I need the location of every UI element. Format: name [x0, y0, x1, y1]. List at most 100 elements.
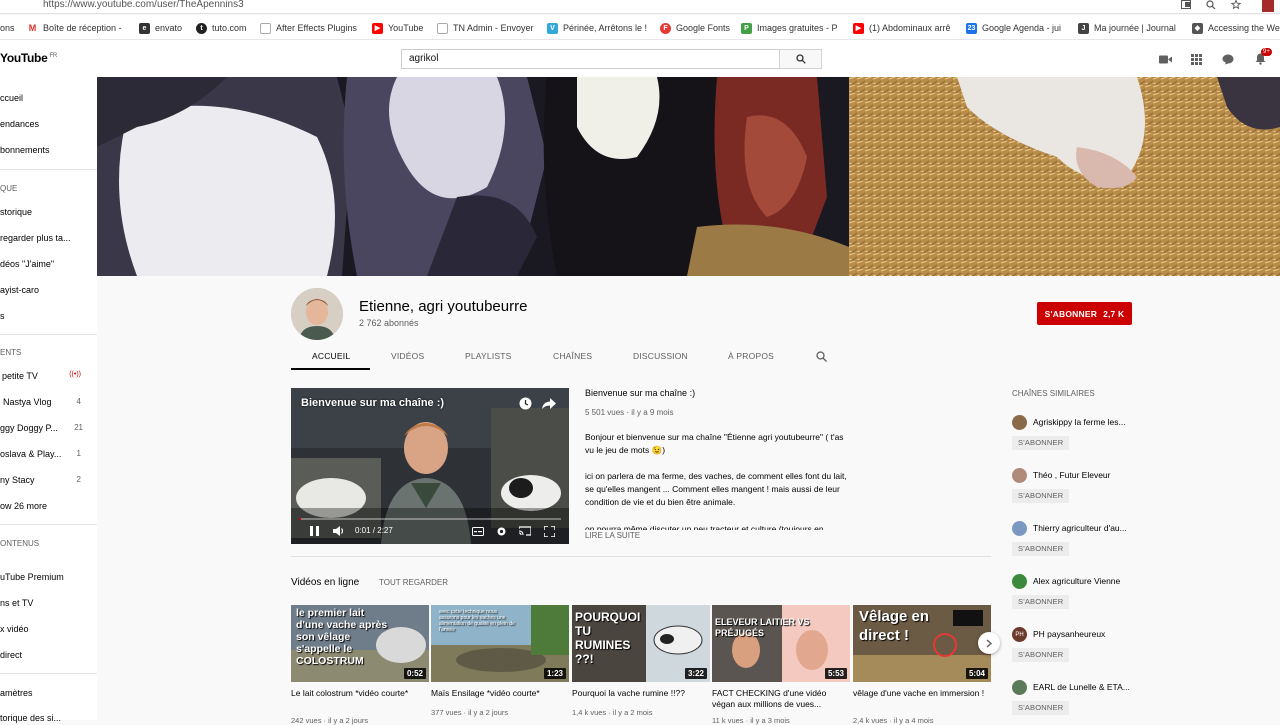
bookmark-apps[interactable]: ons: [0, 21, 15, 35]
video-title[interactable]: Maïs Ensilage *vidéo courte*: [431, 688, 569, 699]
featured-video-title[interactable]: Bienvenue sur ma chaîne :): [585, 388, 695, 398]
related-subscribe-button[interactable]: S'ABONNER: [1012, 489, 1070, 503]
video-thumbnail[interactable]: avec cette technique nous assurons pour …: [431, 605, 569, 682]
sidebar-show-more[interactable]: ow 26 more: [0, 501, 47, 511]
related-channel-name[interactable]: Alex agriculture Vienne: [1033, 576, 1120, 586]
sidebar-sub-item[interactable]: oslava & Play...: [0, 449, 61, 459]
bookmark-ae-plugins[interactable]: After Effects Plugins: [260, 21, 357, 35]
video-title[interactable]: vêlage d'une vache en immersion !: [853, 688, 991, 699]
play-all-button[interactable]: TOUT REGARDER: [379, 578, 448, 587]
tab-discussion[interactable]: DISCUSSION: [633, 351, 688, 361]
sidebar-item-subscriptions[interactable]: bonnements: [0, 145, 50, 155]
channel-avatar[interactable]: [1012, 415, 1027, 430]
video-thumbnail[interactable]: POURQUOI TU RUMINES ??! 3:22: [572, 605, 710, 682]
cast-icon[interactable]: [519, 525, 531, 537]
related-subscribe-button[interactable]: S'ABONNER: [1012, 436, 1070, 450]
bookmark-star-icon[interactable]: [1230, 0, 1242, 11]
video-title[interactable]: FACT CHECKING d'une vidéo végan aux mill…: [712, 688, 850, 710]
video-thumbnail[interactable]: le premier lait d'une vache après son vê…: [291, 605, 429, 682]
sidebar-item-watch-later[interactable]: regarder plus ta...: [0, 233, 71, 243]
related-subscribe-button[interactable]: S'ABONNER: [1012, 595, 1070, 609]
read-more-link[interactable]: LIRE LA SUITE: [585, 531, 640, 540]
sidebar-item-trending[interactable]: endances: [0, 119, 39, 129]
video-title[interactable]: Pourquoi la vache rumine !!??: [572, 688, 710, 699]
search-button[interactable]: [779, 49, 822, 69]
sidebar-item-live[interactable]: direct: [0, 650, 22, 660]
search-input[interactable]: agrikol: [401, 49, 780, 69]
sidebar-item-movies-tv[interactable]: ns et TV: [0, 598, 33, 608]
channel-avatar[interactable]: [291, 288, 343, 340]
tab-videos[interactable]: VIDÉOS: [391, 351, 424, 361]
sidebar-item-more[interactable]: s: [0, 311, 5, 321]
settings-gear-icon[interactable]: [495, 525, 507, 537]
featured-video-player[interactable]: Bienvenue sur ma chaîne :) 0:01 / 2:27: [291, 388, 569, 544]
channel-avatar[interactable]: [1012, 680, 1027, 695]
related-subscribe-button[interactable]: S'ABONNER: [1012, 542, 1070, 556]
channel-avatar[interactable]: PH: [1012, 627, 1027, 642]
video-duration: 1:23: [543, 668, 566, 679]
channel-avatar[interactable]: [1012, 468, 1027, 483]
uploads-section-title[interactable]: Vidéos en ligne: [291, 577, 359, 588]
related-channel-name[interactable]: Théo , Futur Eleveur: [1033, 470, 1110, 480]
bookmark-accessing-web[interactable]: ◆ Accessing the Web: [1192, 21, 1280, 35]
sidebar-item-home[interactable]: ccueil: [0, 93, 23, 103]
related-channel-name[interactable]: Agriskippy la ferme les...: [1033, 417, 1126, 427]
bookmark-perinee[interactable]: V Périnée, Arrêtons le !: [547, 21, 647, 35]
tab-about[interactable]: À PROPOS: [728, 351, 774, 361]
subscribe-button[interactable]: S'ABONNER 2,7 K: [1037, 302, 1132, 325]
bookmark-images[interactable]: P Images gratuites - P: [741, 21, 838, 35]
channel-header: Etienne, agri youtubeurre 2 762 abonnés …: [97, 276, 1280, 371]
zoom-icon[interactable]: [1206, 0, 1216, 11]
sidebar-item-gaming[interactable]: x vidéo: [0, 624, 29, 634]
translate-icon[interactable]: [1181, 0, 1191, 11]
bookmark-abdominaux[interactable]: ▶ (1) Abdominaux arrê: [853, 21, 951, 35]
tab-home[interactable]: ACCUEIL: [312, 351, 350, 361]
sidebar-item-premium[interactable]: uTube Premium: [0, 572, 64, 582]
sidebar-item-history[interactable]: storique: [0, 207, 32, 217]
related-channel-name[interactable]: EARL de Lunelle & ETA...: [1033, 682, 1130, 692]
related-channel-name[interactable]: Thierry agriculteur d'au...: [1033, 523, 1127, 533]
create-video-icon[interactable]: [1158, 52, 1172, 66]
bookmark-envato[interactable]: e envato: [139, 21, 182, 35]
shelf-next-button[interactable]: [978, 632, 1000, 654]
bookmark-journal[interactable]: J Ma journée | Journal: [1078, 21, 1176, 35]
sidebar-item-playlist[interactable]: ayist-caro: [0, 285, 39, 295]
video-progress-bar[interactable]: [299, 518, 561, 520]
bookmark-gmail[interactable]: M Boîte de réception -: [27, 21, 122, 35]
pause-icon[interactable]: [308, 525, 320, 537]
volume-icon[interactable]: [333, 525, 345, 537]
sidebar-item-liked-videos[interactable]: déos "J'aime": [0, 259, 54, 269]
bookmark-agenda[interactable]: 23 Google Agenda - jui: [966, 21, 1061, 35]
sidebar-item-settings[interactable]: amètres: [0, 688, 33, 698]
watch-later-icon[interactable]: [519, 397, 532, 415]
bookmark-tuto[interactable]: t tuto.com: [196, 21, 247, 35]
fullscreen-icon[interactable]: [543, 525, 555, 537]
url-text[interactable]: https://www.youtube.com/user/TheApennins…: [43, 0, 244, 10]
bookmark-youtube[interactable]: ▶ YouTube: [372, 21, 423, 35]
video-thumbnail[interactable]: ELEVEUR LAITIER VS PRÉJUGÉS 5:53: [712, 605, 850, 682]
related-subscribe-button[interactable]: S'ABONNER: [1012, 701, 1070, 715]
related-channels-title: CHAÎNES SIMILAIRES: [1012, 389, 1095, 398]
bookmark-tn-admin[interactable]: TN Admin - Envoyer: [437, 21, 534, 35]
browser-address-bar[interactable]: https://www.youtube.com/user/TheApennins…: [0, 0, 1280, 14]
sidebar-sub-item[interactable]: ny Stacy: [0, 475, 35, 485]
sidebar-item-report-history[interactable]: torique des si...: [0, 713, 61, 723]
youtube-logo[interactable]: YouTube FR: [0, 51, 57, 65]
extension-icon[interactable]: [1262, 0, 1274, 12]
tab-playlists[interactable]: PLAYLISTS: [465, 351, 512, 361]
share-icon[interactable]: [542, 397, 556, 415]
apps-grid-icon[interactable]: [1189, 52, 1203, 66]
video-title[interactable]: Le lait colostrum *vidéo courte*: [291, 688, 429, 699]
messages-icon[interactable]: [1221, 52, 1235, 66]
related-channel-name[interactable]: PH paysanheureux: [1033, 629, 1105, 639]
channel-avatar[interactable]: [1012, 574, 1027, 589]
channel-avatar[interactable]: [1012, 521, 1027, 536]
bookmark-label: Boîte de réception -: [43, 23, 122, 33]
captions-icon[interactable]: [472, 525, 484, 537]
related-subscribe-button[interactable]: S'ABONNER: [1012, 648, 1070, 662]
channel-search-icon[interactable]: [816, 349, 827, 367]
video-thumbnail[interactable]: Vêlage en direct ! 5:04: [853, 605, 991, 682]
bookmark-google-fonts[interactable]: F Google Fonts: [660, 21, 730, 35]
sidebar-sub-item[interactable]: ggy Doggy P...: [0, 423, 58, 433]
tab-channels[interactable]: CHAÎNES: [553, 351, 592, 361]
